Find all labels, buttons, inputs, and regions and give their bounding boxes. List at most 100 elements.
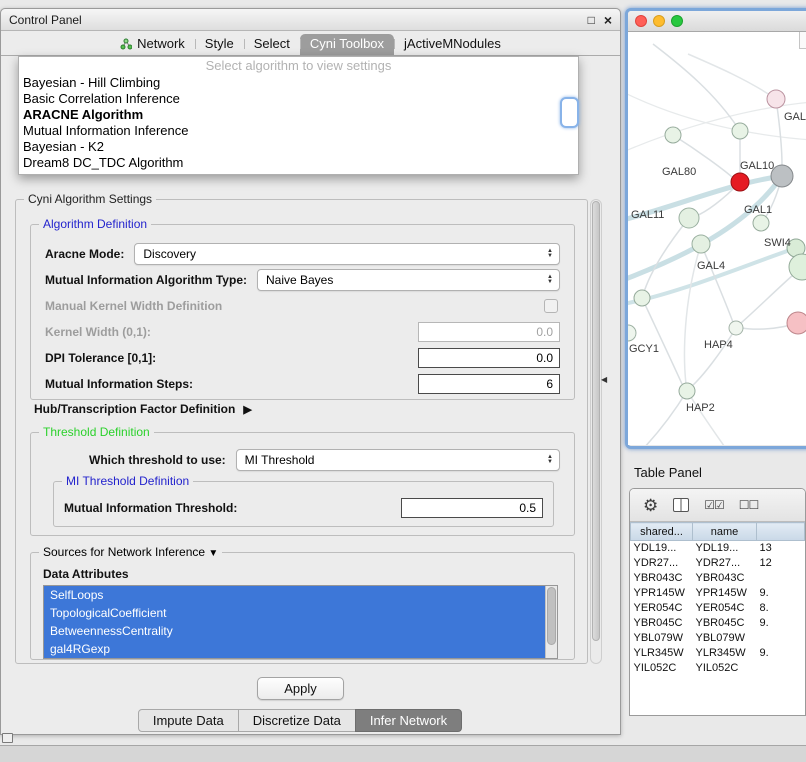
network-node[interactable]	[679, 383, 695, 399]
table-cell[interactable]: 8.	[757, 601, 805, 616]
table-cell[interactable]: 9.	[757, 586, 805, 601]
table-cell[interactable]: YER054C	[693, 601, 757, 616]
tab-network[interactable]: Network	[110, 34, 195, 55]
table-cell[interactable]: YLR345W	[693, 646, 757, 661]
network-node[interactable]	[731, 173, 749, 191]
table-cell[interactable]: YBL079W	[631, 631, 693, 646]
column-header-shared[interactable]: shared...	[631, 523, 693, 541]
table-row[interactable]: YBR043CYBR043C	[631, 571, 805, 586]
table-cell[interactable]: 13	[757, 541, 805, 556]
algorithm-option[interactable]: Mutual Information Inference	[19, 123, 578, 139]
table-cell[interactable]: YDR27...	[631, 556, 693, 571]
table-cell[interactable]: 9.	[757, 616, 805, 631]
tab-infer-network[interactable]: Infer Network	[355, 709, 462, 732]
sources-group-title[interactable]: Sources for Network Inference ▼	[39, 545, 222, 559]
table-row[interactable]: YDR27...YDR27...12	[631, 556, 805, 571]
algorithm-option[interactable]: Bayesian - K2	[19, 139, 578, 155]
table-row[interactable]: YIL052CYIL052C	[631, 661, 805, 676]
algorithm-option[interactable]: Bayesian - Hill Climbing	[19, 75, 578, 91]
mi-steps-field[interactable]: 6	[418, 374, 560, 394]
attribute-list-item[interactable]: SelfLoops	[44, 586, 545, 604]
attribute-list-item[interactable]: TopologicalCoefficient	[44, 604, 545, 622]
table-row[interactable]: YDL19...YDL19...13	[631, 541, 805, 556]
table-cell[interactable]: YDL19...	[631, 541, 693, 556]
tab-cyni-toolbox[interactable]: Cyni Toolbox	[300, 34, 394, 55]
table-cell[interactable]: 9.	[757, 646, 805, 661]
kernel-width-field[interactable]: 0.0	[418, 322, 560, 342]
table-cell[interactable]: YLR345W	[631, 646, 693, 661]
network-node[interactable]	[767, 90, 785, 108]
tab-style[interactable]: Style	[195, 34, 244, 55]
table-cell[interactable]: YDL19...	[693, 541, 757, 556]
which-threshold-combo[interactable]: MI Threshold ▲▼	[236, 449, 560, 471]
tab-jactivemnodules[interactable]: jActiveMNodules	[394, 34, 511, 55]
docked-window-icon[interactable]	[2, 733, 13, 743]
network-node[interactable]	[628, 325, 636, 341]
table-cell[interactable]: YPR145W	[631, 586, 693, 601]
minimize-traffic-light-icon[interactable]	[653, 15, 665, 27]
network-node[interactable]	[692, 235, 710, 253]
float-window-icon[interactable]: □	[588, 14, 595, 26]
network-node[interactable]	[732, 123, 748, 139]
network-node[interactable]	[679, 208, 699, 228]
attributes-list-scrollbar[interactable]	[545, 586, 557, 658]
canvas-scrollbar[interactable]	[799, 32, 806, 49]
table-cell[interactable]: YBR043C	[631, 571, 693, 586]
tab-select[interactable]: Select	[244, 34, 300, 55]
close-traffic-light-icon[interactable]	[635, 15, 647, 27]
mi-type-combo[interactable]: Naive Bayes ▲▼	[257, 269, 560, 291]
table-cell[interactable]: YIL052C	[693, 661, 757, 676]
hub-definition-expander[interactable]: Hub/Transcription Factor Definition ▶	[34, 402, 252, 416]
table-cell[interactable]: 12	[757, 556, 805, 571]
network-node[interactable]	[753, 215, 769, 231]
deselect-all-checkboxes-icon[interactable]: ☐☐	[739, 498, 759, 512]
tab-discretize-data[interactable]: Discretize Data	[238, 709, 356, 732]
gear-icon[interactable]: ⚙	[643, 497, 658, 514]
table-cell[interactable]: YIL052C	[631, 661, 693, 676]
dpi-tolerance-field[interactable]: 0.0	[418, 348, 560, 368]
manual-kernel-checkbox[interactable]	[544, 299, 558, 313]
tab-impute-data[interactable]: Impute Data	[138, 709, 239, 732]
table-cell[interactable]: YER054C	[631, 601, 693, 616]
attribute-list-item[interactable]: BetweennessCentrality	[44, 622, 545, 640]
table-cell[interactable]: YBR043C	[693, 571, 757, 586]
table-row[interactable]: YLR345WYLR345W9.	[631, 646, 805, 661]
table-cell[interactable]	[757, 631, 805, 646]
column-selector-icon[interactable]	[673, 498, 689, 512]
settings-panel-scrollbar[interactable]	[590, 199, 602, 664]
aracne-mode-combo[interactable]: Discovery ▲▼	[134, 243, 560, 265]
algorithm-option[interactable]: Basic Correlation Inference	[19, 91, 578, 107]
table-cell[interactable]	[757, 661, 805, 676]
network-node[interactable]	[771, 165, 793, 187]
attribute-list-item[interactable]: gal4RGexp	[44, 640, 545, 658]
zoom-traffic-light-icon[interactable]	[671, 15, 683, 27]
column-header-extra[interactable]	[757, 523, 805, 541]
network-window-titlebar	[628, 11, 806, 32]
panel-collapse-arrow-icon[interactable]: ◀	[601, 375, 607, 384]
algorithm-option[interactable]: Dream8 DC_TDC Algorithm	[19, 155, 578, 171]
apply-button[interactable]: Apply	[257, 677, 344, 700]
table-cell[interactable]: YPR145W	[693, 586, 757, 601]
mi-threshold-field[interactable]: 0.5	[401, 498, 543, 518]
table-cell[interactable]: YBL079W	[693, 631, 757, 646]
network-node[interactable]	[634, 290, 650, 306]
network-node[interactable]	[787, 312, 806, 334]
scrollbar-thumb[interactable]	[547, 587, 556, 645]
network-canvas[interactable]: GAL80GAL10GAL8GAL11GAL1SWI4GAL4GCY1HAP4H…	[628, 32, 806, 445]
table-row[interactable]: YBL079WYBL079W	[631, 631, 805, 646]
table-cell[interactable]: YDR27...	[693, 556, 757, 571]
column-header-name[interactable]: name	[693, 523, 757, 541]
data-attributes-list[interactable]: SelfLoopsTopologicalCoefficientBetweenne…	[43, 585, 558, 659]
table-row[interactable]: YER054CYER054C8.	[631, 601, 805, 616]
table-row[interactable]: YPR145WYPR145W9.	[631, 586, 805, 601]
scrollbar-thumb[interactable]	[592, 201, 600, 641]
network-node[interactable]	[729, 321, 743, 335]
table-cell[interactable]: YBR045C	[693, 616, 757, 631]
table-row[interactable]: YBR045CYBR045C9.	[631, 616, 805, 631]
table-cell[interactable]: YBR045C	[631, 616, 693, 631]
network-node[interactable]	[665, 127, 681, 143]
table-cell[interactable]	[757, 571, 805, 586]
close-window-icon[interactable]: ×	[604, 14, 612, 26]
select-all-checkboxes-icon[interactable]: ☑☑	[704, 498, 724, 512]
algorithm-option[interactable]: ARACNE Algorithm	[19, 107, 578, 123]
